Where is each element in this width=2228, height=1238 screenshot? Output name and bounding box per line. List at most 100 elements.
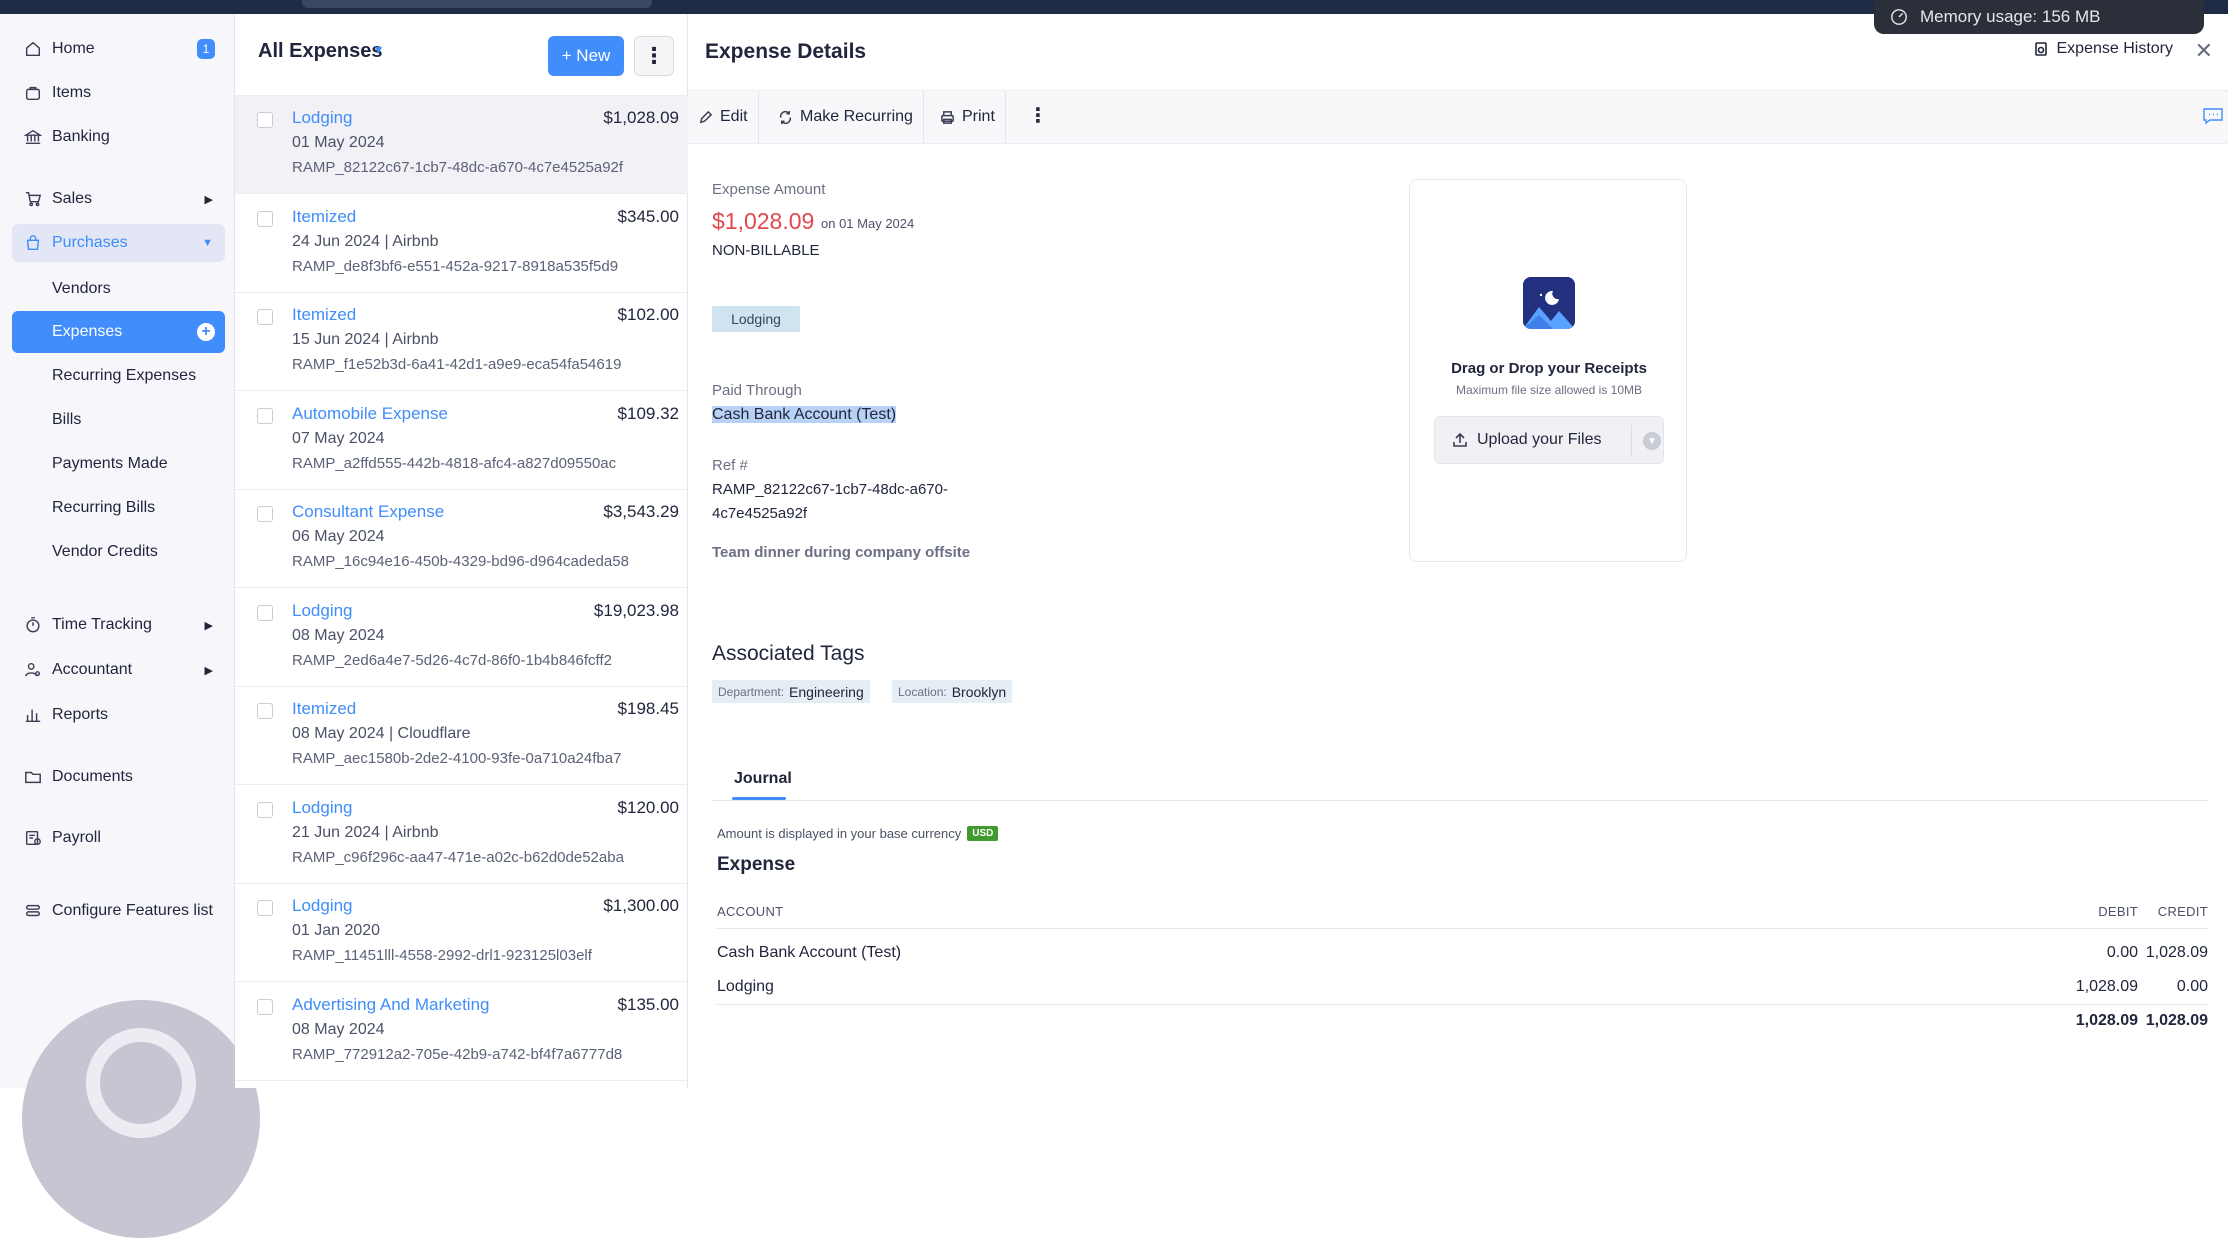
add-expense-icon[interactable]: + bbox=[197, 323, 215, 341]
row-amount: $345.00 bbox=[617, 206, 679, 226]
nav-bills[interactable]: Bills bbox=[12, 399, 225, 441]
row-checkbox[interactable] bbox=[257, 309, 273, 325]
tag-department-value: Engineering bbox=[789, 683, 864, 700]
nav-reports[interactable]: Reports bbox=[12, 696, 225, 734]
upload-files-button[interactable]: Upload your Files ▼ bbox=[1434, 416, 1664, 464]
tag-location: Location: Brooklyn bbox=[892, 680, 1013, 703]
nav-banking[interactable]: Banking bbox=[12, 118, 225, 156]
close-icon[interactable]: ✕ bbox=[2195, 38, 2213, 64]
upload-options-chevron-icon[interactable]: ▼ bbox=[1643, 432, 1661, 450]
row-checkbox[interactable] bbox=[257, 703, 273, 719]
row-category[interactable]: Lodging bbox=[292, 896, 353, 916]
row-amount: $120.00 bbox=[617, 797, 679, 817]
list-view-title[interactable]: All Expenses bbox=[258, 40, 383, 63]
new-expense-button[interactable]: + New bbox=[548, 36, 624, 76]
row-category[interactable]: Lodging bbox=[292, 798, 353, 818]
nav-payroll[interactable]: Payroll bbox=[12, 819, 225, 857]
row-reference: RAMP_a2ffd555-442b-4818-afc4-a827d09550a… bbox=[292, 454, 617, 472]
row-checkbox[interactable] bbox=[257, 998, 273, 1015]
expense-list-row[interactable]: Itemized $198.45 08 May 2024 | Cloudflare R… bbox=[235, 687, 688, 785]
row-amount: $135.00 bbox=[617, 994, 679, 1014]
nav-items[interactable]: Items bbox=[12, 74, 225, 112]
row-reference: RAMP_c96f296c-aa47-471e-a02c-b62d0de52ab… bbox=[292, 848, 624, 866]
row-reference: RAMP_de8f3bf6-e551-452a-9217-8918a535f5d… bbox=[292, 257, 619, 275]
nav-purchases-label: Purchases bbox=[52, 234, 128, 251]
nav-vendor-credits[interactable]: Vendor Credits bbox=[12, 531, 225, 573]
home-icon bbox=[25, 41, 41, 57]
billable-status: NON-BILLABLE bbox=[712, 242, 820, 259]
row-date: 15 Jun 2024 | Airbnb bbox=[292, 331, 439, 348]
expense-history-button[interactable]: Expense History bbox=[2033, 40, 2174, 58]
row-category[interactable]: Advertising And Marketing bbox=[292, 995, 490, 1015]
row-category[interactable]: Consultant Expense bbox=[292, 502, 444, 522]
journal-total-credit: 1,028.09 bbox=[2145, 1012, 2208, 1029]
shopping-bag-icon bbox=[26, 235, 40, 251]
tag-department-key: Department: bbox=[718, 684, 785, 699]
row-checkbox[interactable] bbox=[257, 801, 273, 818]
row-category[interactable]: Itemized bbox=[292, 207, 356, 227]
expense-list-row[interactable]: Lodging $1,028.09 01 May 2024 RAMP_82122c67… bbox=[235, 96, 688, 194]
comment-icon[interactable] bbox=[2202, 107, 2224, 125]
row-checkbox[interactable] bbox=[257, 604, 273, 621]
upload-divider bbox=[1631, 425, 1632, 457]
print-button[interactable]: Print bbox=[930, 91, 1006, 143]
configure-icon bbox=[25, 904, 41, 917]
row-amount: $3,543.29 bbox=[603, 502, 679, 521]
more-actions-icon[interactable]: ⋮ bbox=[1028, 103, 1048, 128]
expense-list-row[interactable]: Lodging $19,023.98 08 May 2024 RAMP_2ed6a4e… bbox=[235, 589, 688, 687]
row-date: 24 Jun 2024 | Airbnb bbox=[292, 232, 439, 250]
row-checkbox[interactable] bbox=[257, 210, 273, 227]
row-checkbox[interactable] bbox=[257, 407, 273, 424]
nav-expenses[interactable]: Expenses + bbox=[12, 311, 225, 353]
expense-list-row[interactable]: Advertising And Marketing $135.00 08 May 2… bbox=[235, 983, 688, 1081]
expense-history-label: Expense History bbox=[2056, 40, 2174, 57]
expense-list-row[interactable]: Itemized $345.00 24 Jun 2024 | Airbnb RAMP_… bbox=[235, 195, 688, 293]
nav-time-tracking[interactable]: Time Tracking ▶ bbox=[12, 606, 225, 644]
row-category[interactable]: Automobile Expense bbox=[292, 404, 448, 424]
chevron-down-icon[interactable]: ▾ bbox=[375, 41, 382, 58]
tab-journal[interactable]: Journal bbox=[734, 770, 792, 788]
row-category[interactable]: Itemized bbox=[292, 699, 356, 719]
row-checkbox[interactable] bbox=[257, 112, 273, 128]
journal-row-1-account: Cash Bank Account (Test) bbox=[717, 944, 902, 961]
bag-icon bbox=[25, 86, 41, 101]
nav-documents[interactable]: Documents bbox=[12, 758, 225, 796]
nav-purchases[interactable]: Purchases ▼ bbox=[12, 224, 225, 262]
nav-recurring-expenses[interactable]: Recurring Expenses bbox=[12, 355, 225, 397]
receipt-image-icon bbox=[1523, 277, 1575, 329]
row-category[interactable]: Itemized bbox=[292, 305, 356, 325]
edit-button[interactable]: Edit bbox=[688, 91, 759, 143]
nav-recurring-bills[interactable]: Recurring Bills bbox=[12, 487, 225, 529]
expense-list-row[interactable]: Lodging $120.00 21 Jun 2024 | Airbnb RAMP_c… bbox=[235, 786, 688, 884]
expense-list-row[interactable]: Lodging $1,300.00 01 Jan 2020 RAMP_11451lll… bbox=[235, 884, 688, 982]
nav-sales[interactable]: Sales ▶ bbox=[12, 180, 225, 218]
row-category[interactable]: Lodging bbox=[292, 601, 353, 621]
search-box[interactable] bbox=[302, 0, 652, 8]
expense-list-row[interactable]: Consultant Expense $3,543.29 06 May 2024 RA… bbox=[235, 490, 688, 588]
tag-department: Department: Engineering bbox=[712, 680, 870, 703]
receipt-dropzone[interactable]: Drag or Drop your Receipts Maximum file … bbox=[1409, 179, 1687, 562]
more-options-button[interactable]: ⋮ bbox=[634, 36, 674, 76]
row-amount: $198.45 bbox=[617, 699, 679, 718]
row-reference: RAMP_82122c67-1cb7-48dc-a670-4c7e4525a92… bbox=[292, 159, 624, 176]
history-icon bbox=[2034, 42, 2047, 56]
row-checkbox[interactable] bbox=[257, 506, 273, 522]
row-checkbox[interactable] bbox=[257, 900, 273, 916]
row-date: 06 May 2024 bbox=[292, 528, 385, 545]
nav-payments-made[interactable]: Payments Made bbox=[12, 443, 225, 485]
nav-configure-label: Configure Features list bbox=[52, 902, 213, 919]
nav-home[interactable]: Home 1 bbox=[12, 30, 225, 68]
expense-list-row[interactable]: Itemized $102.00 15 Jun 2024 | Airbnb RAMP_… bbox=[235, 293, 688, 391]
edit-label: Edit bbox=[720, 108, 748, 125]
paid-through-value: Cash Bank Account (Test) bbox=[712, 406, 897, 424]
make-recurring-button[interactable]: Make Recurring bbox=[768, 91, 924, 143]
avatar-head-icon bbox=[86, 1028, 196, 1138]
row-category[interactable]: Lodging bbox=[292, 108, 353, 128]
nav-vendors[interactable]: Vendors bbox=[12, 268, 225, 310]
nav-configure-features[interactable]: Configure Features list bbox=[12, 892, 225, 930]
nav-expenses-label: Expenses bbox=[52, 323, 123, 340]
expense-list-row[interactable]: Automobile Expense $109.32 07 May 2024 RAMP… bbox=[235, 392, 688, 490]
nav-sales-label: Sales bbox=[52, 190, 93, 207]
nav-payroll-label: Payroll bbox=[52, 829, 101, 846]
nav-accountant[interactable]: Accountant ▶ bbox=[12, 651, 225, 689]
